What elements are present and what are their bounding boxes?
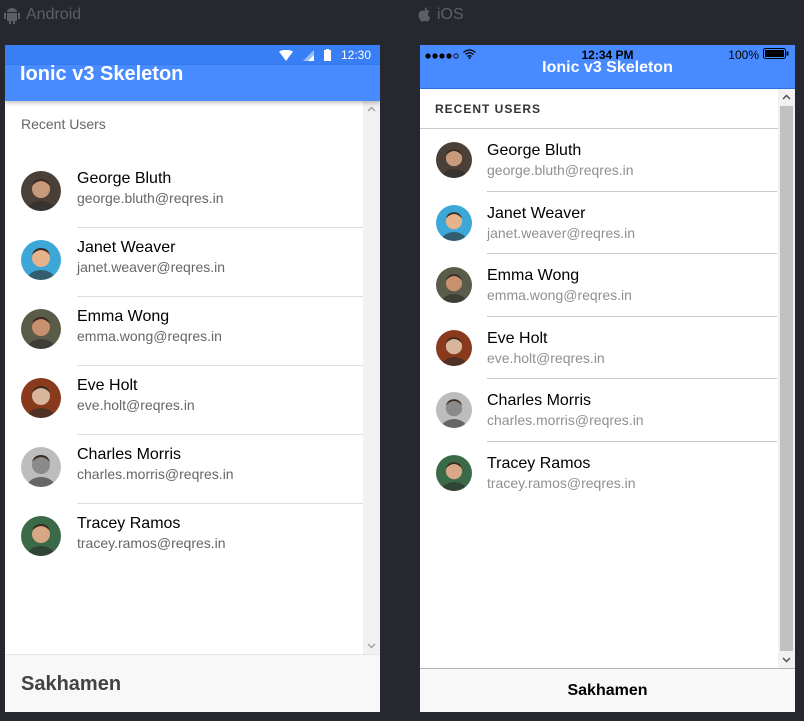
ios-navbar: 12:34 PM 100% Ionic v3 Skeleton	[420, 45, 795, 89]
user-name: George Bluth	[77, 170, 172, 187]
user-email: george.bluth@reqres.in	[77, 190, 224, 206]
user-email: emma.wong@reqres.in	[487, 287, 632, 303]
user-name: Charles Morris	[77, 446, 182, 463]
android-scrollbar[interactable]	[363, 101, 380, 654]
list-item[interactable]: Emma Wong emma.wong@reqres.in	[420, 254, 795, 317]
user-name: Emma Wong	[487, 267, 580, 284]
avatar	[436, 142, 472, 178]
android-content: Recent Users George Bluth george.bluth@re…	[5, 101, 380, 654]
apple-icon	[418, 7, 431, 23]
android-device-frame: 12:30 Ionic v3 Skeleton Recent Users Geo…	[5, 45, 380, 712]
user-name: Janet Weaver	[487, 204, 586, 222]
scroll-up-arrow-icon[interactable]	[367, 105, 376, 114]
list-item[interactable]: George Bluth george.bluth@reqres.in	[5, 159, 380, 228]
list-item[interactable]: Janet Weaver janet.weaver@reqres.in	[420, 192, 795, 254]
avatar	[436, 204, 472, 241]
user-name: Tracey Ramos	[487, 454, 591, 472]
list-item-text: Emma Wong emma.wong@reqres.in	[487, 254, 777, 317]
ios-footer-title: Sakhamen	[567, 682, 648, 699]
user-email: eve.holt@reqres.in	[77, 397, 195, 413]
battery-icon	[323, 49, 331, 61]
user-name: Eve Holt	[487, 329, 548, 347]
list-item-text: Tracey Ramos tracey.ramos@reqres.in	[487, 442, 777, 505]
android-icon	[4, 7, 20, 24]
ios-footer: Sakhamen	[420, 668, 795, 712]
ios-device-frame: 12:34 PM 100% Ionic v3 Skeleton RECENT U…	[420, 45, 795, 712]
list-item-text: Janet Weaver janet.weaver@reqres.in	[487, 192, 777, 254]
ios-page-title: Ionic v3 Skeleton	[542, 59, 673, 76]
avatar	[21, 516, 61, 556]
user-name: Janet Weaver	[77, 239, 176, 256]
list-item-text: George Bluth george.bluth@reqres.in	[77, 169, 364, 228]
ios-platform-label: iOS	[418, 6, 464, 24]
avatar	[436, 454, 472, 491]
user-name: Charles Morris	[487, 392, 592, 409]
user-name: Eve Holt	[77, 377, 138, 394]
list-item-text: Janet Weaver janet.weaver@reqres.in	[77, 238, 364, 297]
scroll-down-arrow-icon[interactable]	[782, 655, 791, 664]
ios-list-header: RECENT USERS	[420, 89, 795, 129]
scrollbar-thumb[interactable]	[780, 106, 793, 651]
list-item-text: Tracey Ramos tracey.ramos@reqres.in	[77, 514, 364, 573]
avatar	[436, 267, 472, 303]
user-email: emma.wong@reqres.in	[77, 328, 222, 344]
user-email: eve.holt@reqres.in	[487, 349, 605, 366]
list-item[interactable]: Eve Holt eve.holt@reqres.in	[420, 317, 795, 379]
list-item[interactable]: Charles Morris charles.morris@reqres.in	[420, 379, 795, 442]
list-item-text: George Bluth george.bluth@reqres.in	[487, 129, 777, 192]
user-email: charles.morris@reqres.in	[77, 466, 234, 482]
avatar	[436, 329, 472, 366]
signal-icon	[302, 49, 314, 61]
user-email: tracey.ramos@reqres.in	[77, 535, 226, 551]
user-email: george.bluth@reqres.in	[487, 162, 634, 178]
list-item[interactable]: Tracey Ramos tracey.ramos@reqres.in	[5, 504, 380, 573]
list-item[interactable]: Tracey Ramos tracey.ramos@reqres.in	[420, 442, 795, 505]
wifi-icon	[278, 49, 293, 61]
android-page-title: Ionic v3 Skeleton	[20, 63, 184, 85]
ios-user-list: George Bluth george.bluth@reqres.in Janet …	[420, 129, 795, 504]
list-item[interactable]: Janet Weaver janet.weaver@reqres.in	[5, 228, 380, 297]
list-item[interactable]: George Bluth george.bluth@reqres.in	[420, 129, 795, 192]
user-name: George Bluth	[487, 142, 582, 159]
avatar	[21, 240, 61, 280]
list-item[interactable]: Eve Holt eve.holt@reqres.in	[5, 366, 380, 435]
list-item-text: Eve Holt eve.holt@reqres.in	[77, 376, 364, 435]
user-email: charles.morris@reqres.in	[487, 412, 644, 428]
ios-label-text: iOS	[437, 6, 464, 23]
user-name: Tracey Ramos	[77, 515, 181, 532]
list-item[interactable]: Emma Wong emma.wong@reqres.in	[5, 297, 380, 366]
user-email: tracey.ramos@reqres.in	[487, 474, 636, 491]
list-item-text: Emma Wong emma.wong@reqres.in	[77, 307, 364, 366]
android-footer: Sakhamen	[5, 654, 380, 712]
android-list-header: Recent Users	[21, 116, 106, 132]
android-platform-label: Android	[4, 6, 81, 24]
scroll-up-arrow-icon[interactable]	[782, 93, 791, 102]
avatar	[21, 447, 61, 487]
list-item-text: Eve Holt eve.holt@reqres.in	[487, 317, 777, 379]
android-status-time: 12:30	[340, 48, 371, 62]
ios-scrollbar[interactable]	[778, 89, 795, 668]
avatar	[21, 378, 61, 418]
user-email: janet.weaver@reqres.in	[487, 224, 636, 241]
user-name: Emma Wong	[77, 308, 170, 325]
android-label-text: Android	[26, 6, 82, 23]
android-footer-title: Sakhamen	[21, 673, 122, 695]
android-user-list: George Bluth george.bluth@reqres.in Janet …	[5, 159, 380, 573]
list-item[interactable]: Charles Morris charles.morris@reqres.in	[5, 435, 380, 504]
scroll-down-arrow-icon[interactable]	[367, 641, 376, 650]
list-item-text: Charles Morris charles.morris@reqres.in	[77, 445, 364, 504]
avatar	[21, 309, 61, 349]
user-email: janet.weaver@reqres.in	[77, 259, 226, 275]
avatar	[436, 392, 472, 428]
avatar	[21, 171, 61, 211]
list-item-text: Charles Morris charles.morris@reqres.in	[487, 379, 777, 442]
android-toolbar: Ionic v3 Skeleton	[5, 63, 380, 101]
android-status-bar: 12:30	[5, 45, 380, 65]
ios-content: RECENT USERS George Bluth george.bluth@re…	[420, 89, 795, 668]
